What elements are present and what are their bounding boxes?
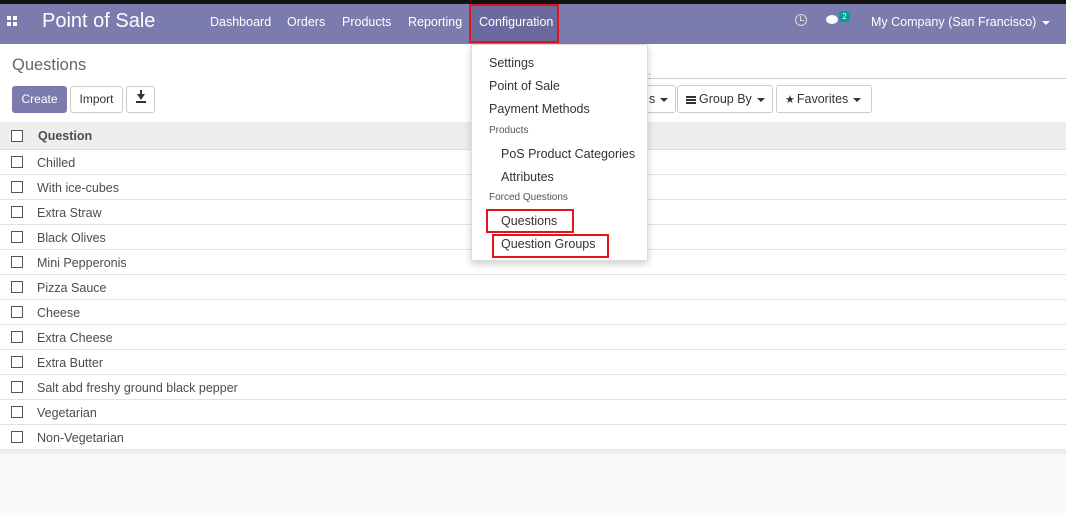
list-footer bbox=[0, 450, 1066, 454]
row-question-cell: Extra Straw bbox=[37, 206, 102, 220]
row-checkbox[interactable] bbox=[11, 381, 23, 393]
menu-products[interactable]: Products bbox=[342, 15, 391, 29]
breadcrumb: Questions bbox=[12, 56, 87, 74]
row-question-cell: Extra Butter bbox=[37, 356, 103, 370]
search-input[interactable] bbox=[640, 78, 1066, 79]
import-button[interactable]: Import bbox=[70, 86, 123, 113]
table-row[interactable]: Extra Butter bbox=[0, 350, 1066, 375]
table-row[interactable]: Vegetarian bbox=[0, 400, 1066, 425]
group-by-button[interactable]: Group By bbox=[677, 85, 773, 113]
row-question-cell: Salt abd freshy ground black pepper bbox=[37, 381, 238, 395]
row-question-cell: Non-Vegetarian bbox=[37, 431, 124, 445]
app-title[interactable]: Point of Sale bbox=[42, 10, 155, 33]
table-row[interactable]: Non-Vegetarian bbox=[0, 425, 1066, 450]
menu-item-point-of-sale[interactable]: Point of Sale bbox=[489, 79, 560, 93]
bars-icon bbox=[686, 95, 696, 104]
column-header-question[interactable]: Question bbox=[38, 129, 92, 143]
favorites-button[interactable]: ★ Favorites bbox=[776, 85, 872, 113]
row-question-cell: With ice-cubes bbox=[37, 181, 119, 195]
download-button[interactable] bbox=[126, 86, 155, 113]
highlight-box-questions bbox=[486, 209, 574, 233]
row-checkbox[interactable] bbox=[11, 331, 23, 343]
menu-item-payment-methods[interactable]: Payment Methods bbox=[489, 102, 590, 116]
highlight-box-question-groups bbox=[492, 234, 609, 258]
filters-label: s bbox=[649, 92, 656, 106]
menu-section-forced-questions: Forced Questions bbox=[489, 192, 568, 203]
menu-item-attributes[interactable]: Attributes bbox=[501, 170, 554, 184]
create-button[interactable]: Create bbox=[12, 86, 67, 113]
row-question-cell: Pizza Sauce bbox=[37, 281, 107, 295]
row-question-cell: Vegetarian bbox=[37, 406, 97, 420]
favorites-label: Favorites bbox=[796, 92, 849, 106]
row-checkbox[interactable] bbox=[11, 256, 23, 268]
row-checkbox[interactable] bbox=[11, 231, 23, 243]
table-row[interactable]: Salt abd freshy ground black pepper bbox=[0, 375, 1066, 400]
group-by-label: Group By bbox=[699, 92, 752, 106]
row-checkbox[interactable] bbox=[11, 181, 23, 193]
row-checkbox[interactable] bbox=[11, 406, 23, 418]
table-row[interactable]: Pizza Sauce bbox=[0, 275, 1066, 300]
row-checkbox[interactable] bbox=[11, 281, 23, 293]
chevron-down-icon bbox=[756, 97, 765, 102]
table-row[interactable]: Cheese bbox=[0, 300, 1066, 325]
menu-item-settings[interactable]: Settings bbox=[489, 56, 534, 70]
chevron-down-icon bbox=[853, 97, 862, 102]
chevron-down-icon bbox=[660, 97, 669, 102]
menu-reporting[interactable]: Reporting bbox=[408, 15, 462, 29]
clock-icon[interactable] bbox=[795, 14, 807, 26]
row-question-cell: Chilled bbox=[37, 156, 76, 170]
highlight-box-configuration bbox=[469, 4, 559, 43]
chevron-down-icon bbox=[1042, 20, 1051, 25]
menu-dashboard[interactable]: Dashboard bbox=[210, 15, 271, 29]
row-checkbox[interactable] bbox=[11, 206, 23, 218]
row-question-cell: Cheese bbox=[37, 306, 81, 320]
table-row[interactable]: Extra Cheese bbox=[0, 325, 1066, 350]
company-switcher[interactable]: My Company (San Francisco) bbox=[871, 15, 1051, 29]
select-all-checkbox[interactable] bbox=[11, 130, 23, 142]
search-input-fragment[interactable]: . bbox=[648, 64, 651, 78]
row-question-cell: Mini Pepperonis bbox=[37, 256, 127, 270]
row-checkbox[interactable] bbox=[11, 156, 23, 168]
chat-icon[interactable] bbox=[826, 15, 838, 24]
menu-orders[interactable]: Orders bbox=[287, 15, 325, 29]
apps-grid-icon[interactable] bbox=[7, 16, 19, 28]
row-checkbox[interactable] bbox=[11, 431, 23, 443]
row-question-cell: Extra Cheese bbox=[37, 331, 113, 345]
chat-badge: 2 bbox=[839, 11, 850, 22]
row-checkbox[interactable] bbox=[11, 306, 23, 318]
row-question-cell: Black Olives bbox=[37, 231, 106, 245]
row-checkbox[interactable] bbox=[11, 356, 23, 368]
menu-section-products: Products bbox=[489, 125, 529, 136]
star-icon: ★ bbox=[785, 94, 795, 106]
company-name: My Company (San Francisco) bbox=[871, 15, 1037, 29]
menu-item-pos-product-categories[interactable]: PoS Product Categories bbox=[501, 147, 635, 161]
